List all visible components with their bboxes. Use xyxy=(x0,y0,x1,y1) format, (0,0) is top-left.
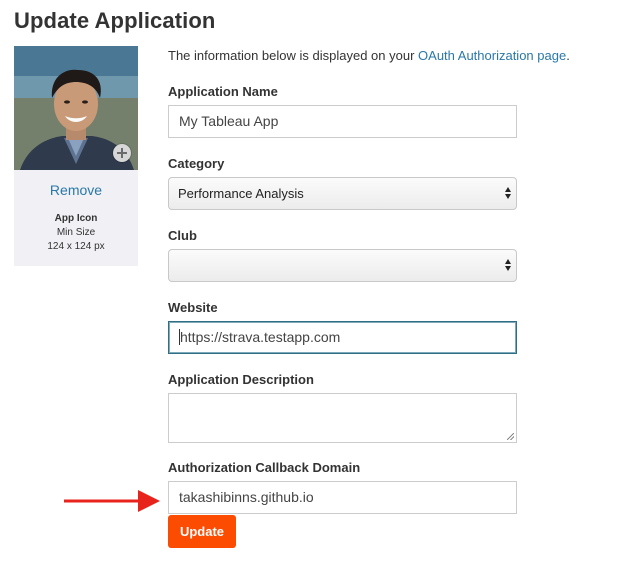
oauth-authorization-link[interactable]: OAuth Authorization page xyxy=(418,48,566,63)
intro-text: The information below is displayed on yo… xyxy=(168,48,570,63)
chevron-up-down-icon xyxy=(505,258,511,272)
club-label: Club xyxy=(168,228,197,243)
update-button[interactable]: Update xyxy=(168,515,236,548)
category-label: Category xyxy=(168,156,225,171)
page-title: Update Application xyxy=(14,8,216,33)
intro-lead: The information below is displayed on yo… xyxy=(168,48,419,63)
callback-domain-input[interactable]: takashibinns.github.io xyxy=(168,481,517,514)
app-icon-panel: Remove App Icon Min Size 124 x 124 px xyxy=(14,46,138,266)
remove-icon-link[interactable]: Remove xyxy=(14,182,138,198)
category-selected-value: Performance Analysis xyxy=(178,186,304,201)
callback-domain-label: Authorization Callback Domain xyxy=(168,460,361,475)
category-select[interactable]: Performance Analysis xyxy=(168,177,517,210)
app-name-label: Application Name xyxy=(168,84,278,99)
app-name-value: My Tableau App xyxy=(179,113,279,129)
icon-caption-line2: 124 x 124 px xyxy=(47,241,105,252)
icon-caption-title: App Icon xyxy=(54,213,98,224)
plus-circle-icon[interactable] xyxy=(113,144,131,162)
chevron-up-down-icon xyxy=(505,186,511,200)
description-textarea[interactable] xyxy=(168,393,517,443)
app-icon-image[interactable] xyxy=(14,46,138,170)
club-select[interactable] xyxy=(168,249,517,282)
website-label: Website xyxy=(168,300,218,315)
red-arrow-icon xyxy=(64,490,160,512)
resize-handle-icon[interactable] xyxy=(507,433,514,440)
website-value: https://strava.testapp.com xyxy=(180,329,341,345)
app-name-input[interactable]: My Tableau App xyxy=(168,105,517,138)
icon-size-caption: App Icon Min Size 124 x 124 px xyxy=(14,212,138,254)
intro-suffix: . xyxy=(566,48,570,63)
description-label: Application Description xyxy=(168,372,314,387)
callback-domain-value: takashibinns.github.io xyxy=(179,489,314,505)
icon-caption-line1: Min Size xyxy=(56,227,96,238)
website-input[interactable]: https://strava.testapp.com xyxy=(168,321,517,354)
